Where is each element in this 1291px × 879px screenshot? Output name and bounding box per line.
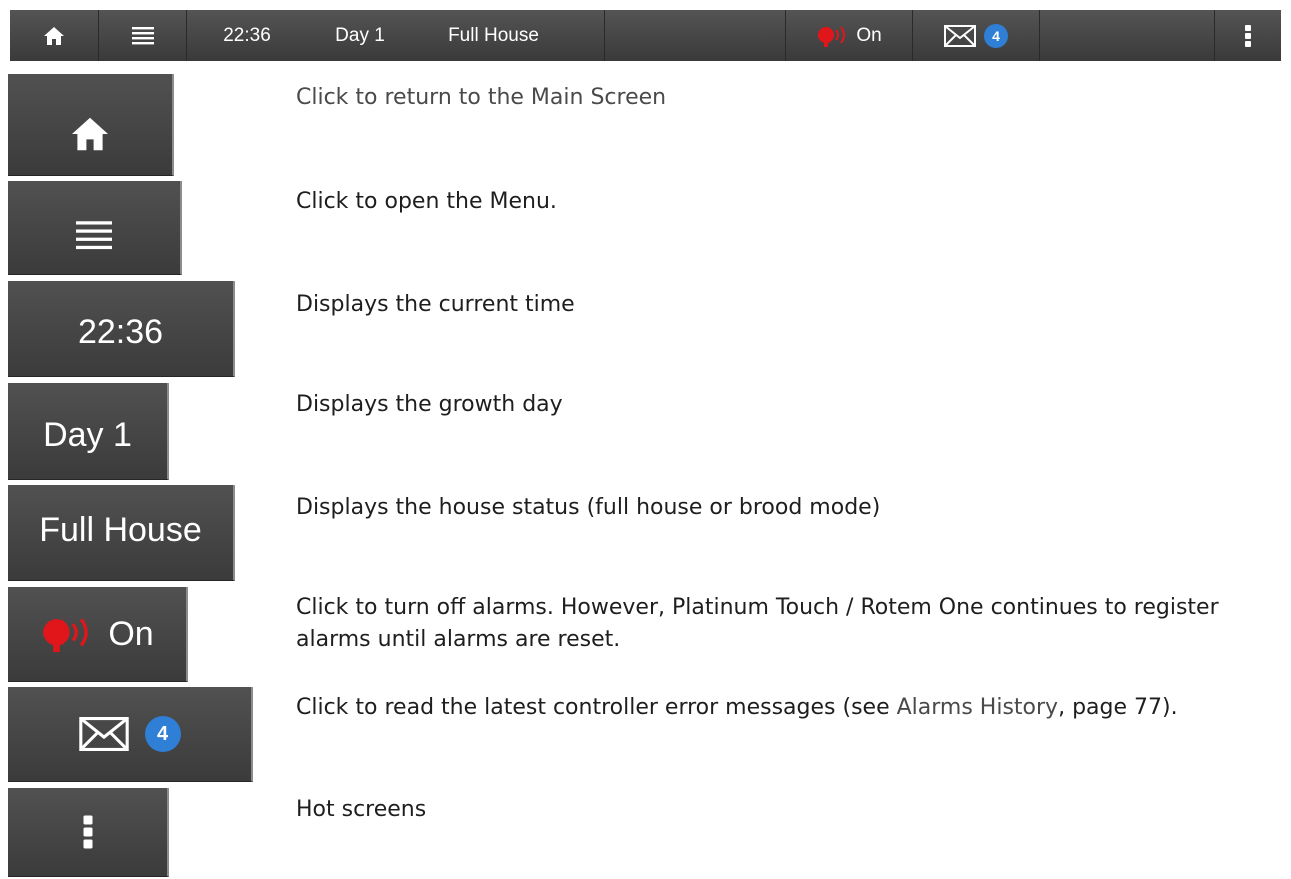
time-display: 22:36 <box>187 10 307 61</box>
alarm-button[interactable]: On <box>785 10 913 61</box>
top-bar: 22:36 Day 1 Full House On 4 <box>10 10 1281 61</box>
alarm-description: Click to turn off alarms. However, Plati… <box>296 595 1219 652</box>
day-description: Displays the growth day <box>296 392 563 417</box>
messages-count-badge: 4 <box>984 23 1008 48</box>
more-vertical-icon <box>83 815 92 849</box>
house-status-display: Full House <box>413 10 605 61</box>
menu-description: Click to open the Menu. <box>296 189 557 214</box>
menu-icon <box>76 220 112 249</box>
time-tile: 22:36 <box>8 281 235 377</box>
home-tile[interactable] <box>8 74 174 176</box>
envelope-icon <box>78 717 129 751</box>
hot-screens-description: Hot screens <box>296 797 427 822</box>
menu-button[interactable] <box>99 10 187 61</box>
menu-tile[interactable] <box>8 181 182 275</box>
messages-description-suffix: , page 77). <box>1058 695 1178 720</box>
day-label: Day 1 <box>335 24 385 46</box>
time-tile-label: 22:36 <box>77 313 164 351</box>
home-icon <box>44 26 64 45</box>
alarm-speaker-icon <box>818 25 846 47</box>
messages-tile[interactable]: 4 <box>8 687 253 782</box>
house-status-label: Full House <box>448 24 539 46</box>
alarms-history-link[interactable]: Alarms History <box>897 695 1058 720</box>
time-description: Displays the current time <box>296 292 575 317</box>
envelope-icon <box>944 24 976 47</box>
hot-screens-button[interactable] <box>1214 10 1281 61</box>
day-tile: Day 1 <box>8 383 169 480</box>
hot-screens-tile[interactable] <box>8 788 169 877</box>
day-display: Day 1 <box>307 10 413 61</box>
more-vertical-icon <box>1245 24 1251 47</box>
messages-description-text: Click to read the latest controller erro… <box>296 695 897 720</box>
messages-count-badge: 4 <box>144 716 181 752</box>
alarm-tile-label: On <box>108 614 154 653</box>
alarm-speaker-icon <box>43 618 89 653</box>
home-description: Click to return to the Main Screen <box>296 85 667 110</box>
alarm-status-label: On <box>856 24 882 46</box>
house-status-description: Displays the house status (full house or… <box>296 495 881 520</box>
house-status-tile-label: Full House <box>39 511 202 549</box>
time-label: 22:36 <box>223 24 271 46</box>
messages-button[interactable]: 4 <box>913 10 1040 61</box>
home-icon <box>72 117 108 150</box>
menu-icon <box>131 26 154 44</box>
alarm-tile[interactable]: On <box>8 587 188 682</box>
day-tile-label: Day 1 <box>43 415 132 454</box>
home-button[interactable] <box>10 10 99 61</box>
house-status-tile: Full House <box>8 485 235 581</box>
messages-description: Click to read the latest controller erro… <box>296 692 1281 724</box>
